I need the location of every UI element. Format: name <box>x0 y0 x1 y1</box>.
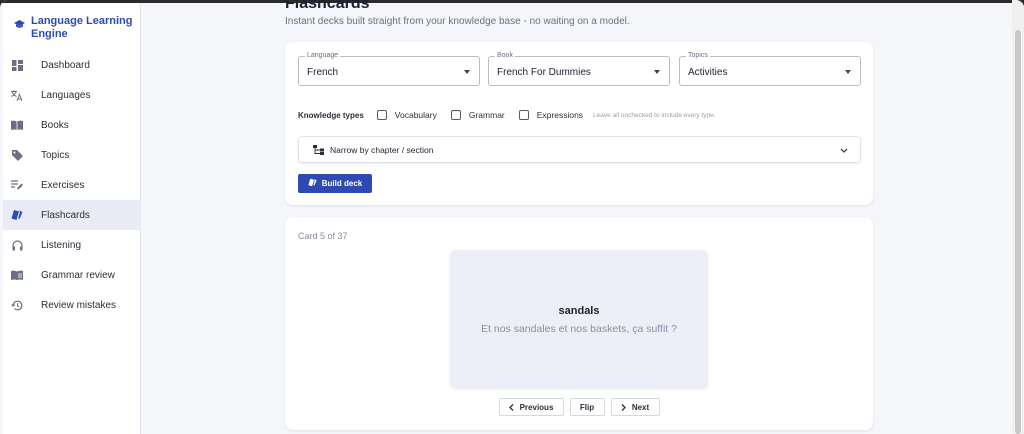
vocabulary-checkbox[interactable] <box>376 110 387 120</box>
sidebar-item-books[interactable]: Books <box>3 110 141 140</box>
chevron-down-icon <box>840 146 848 156</box>
flashcard-back-text: Et nos sandales et nos baskets, ça suffi… <box>481 323 677 335</box>
caret-down-icon <box>845 70 851 74</box>
brand-name: Language Learning Engine <box>31 15 133 40</box>
flashcard[interactable]: sandals Et nos sandales et nos baskets, … <box>450 250 708 389</box>
flashcard-controls: Previous Flip Next <box>285 398 873 416</box>
flashcard-front-text: sandals <box>558 305 600 317</box>
sidebar-item-label: Topics <box>41 149 70 161</box>
sidebar-item-label: Grammar review <box>41 269 115 281</box>
caret-down-icon <box>464 70 470 74</box>
vocabulary-checkbox-label[interactable]: Vocabulary <box>395 110 437 120</box>
grammar-checkbox[interactable] <box>450 110 461 120</box>
sidebar: Language Learning Engine Dashboard Langu… <box>3 3 141 434</box>
previous-label: Previous <box>519 402 554 412</box>
next-label: Next <box>631 402 650 412</box>
edit-list-icon <box>11 179 23 191</box>
sidebar-item-label: Books <box>41 119 69 131</box>
chevron-left-icon <box>508 403 514 411</box>
grammar-checkbox-label[interactable]: Grammar <box>469 110 505 120</box>
sidebar-item-label: Dashboard <box>41 59 90 71</box>
language-select-label: Language <box>305 52 341 59</box>
deck-builder-card: Language French Book French For Dummies … <box>285 42 873 205</box>
flashcard-viewer: Card 5 of 37 sandals Et nos sandales et … <box>285 217 873 430</box>
headphones-icon <box>11 239 23 251</box>
graduation-cap-icon <box>14 20 25 28</box>
language-select-value: French <box>307 67 339 78</box>
page-subtitle: Instant decks built straight from your k… <box>285 16 630 27</box>
topics-select-label: Topics <box>686 52 710 59</box>
cards-icon <box>308 178 317 189</box>
brand[interactable]: Language Learning Engine <box>14 15 139 41</box>
flip-label: Flip <box>579 402 595 412</box>
app-window: Language Learning Engine Dashboard Langu… <box>0 0 1024 434</box>
sidebar-item-exercises[interactable]: Exercises <box>3 170 141 200</box>
knowledge-types-row: Knowledge types Vocabulary Grammar Expre… <box>298 110 716 120</box>
flip-button[interactable]: Flip <box>569 398 605 416</box>
build-deck-label: Build deck <box>321 179 363 188</box>
topics-select[interactable]: Topics Activities <box>679 52 861 86</box>
sidebar-item-label: Listening <box>41 239 82 251</box>
sidebar-item-dashboard[interactable]: Dashboard <box>3 50 141 80</box>
knowledge-types-hint: Leave all unchecked to include every typ… <box>593 111 716 119</box>
topics-select-value: Activities <box>688 67 728 78</box>
book-select-value: French For Dummies <box>497 67 591 78</box>
cards-icon <box>11 209 23 221</box>
translate-icon <box>11 89 23 101</box>
book-select-label: Book <box>495 52 515 59</box>
previous-button[interactable]: Previous <box>498 398 564 416</box>
book-select[interactable]: Book French For Dummies <box>488 52 670 86</box>
language-select[interactable]: Language French <box>298 52 480 86</box>
chevron-right-icon <box>621 403 626 411</box>
page-title: Flashcards <box>285 0 370 12</box>
sidebar-item-review-mistakes[interactable]: Review mistakes <box>3 290 141 320</box>
sidebar-item-grammar-review[interactable]: Grammar review <box>3 260 141 290</box>
tree-icon <box>313 144 324 155</box>
sidebar-item-topics[interactable]: Topics <box>3 140 141 170</box>
narrow-by-chapter-label: Narrow by chapter / section <box>330 144 434 155</box>
scrollbar-thumb[interactable] <box>1015 30 1021 434</box>
knowledge-types-label: Knowledge types <box>298 110 364 120</box>
next-button[interactable]: Next <box>610 398 660 416</box>
sidebar-nav: Dashboard Languages Books Topics Exercis… <box>3 50 141 320</box>
history-icon <box>11 299 23 311</box>
sidebar-item-label: Flashcards <box>41 209 90 221</box>
expressions-checkbox[interactable] <box>518 110 529 120</box>
grammar-book-icon <box>11 269 23 281</box>
scrollbar[interactable] <box>1012 0 1024 434</box>
sidebar-item-languages[interactable]: Languages <box>3 80 141 110</box>
narrow-by-chapter-accordion[interactable]: Narrow by chapter / section <box>298 136 861 163</box>
sidebar-item-flashcards[interactable]: Flashcards <box>3 200 141 230</box>
book-icon <box>11 119 23 131</box>
sidebar-item-label: Languages <box>41 89 91 101</box>
tag-icon <box>11 149 23 161</box>
dashboard-icon <box>11 59 23 71</box>
card-counter: Card 5 of 37 <box>298 231 348 241</box>
sidebar-item-listening[interactable]: Listening <box>3 230 141 260</box>
sidebar-item-label: Review mistakes <box>41 299 117 311</box>
expressions-checkbox-label[interactable]: Expressions <box>537 110 583 120</box>
build-deck-button[interactable]: Build deck <box>298 174 372 193</box>
sidebar-item-label: Exercises <box>41 179 85 191</box>
main-content: Flashcards Instant decks built straight … <box>142 0 1012 434</box>
caret-down-icon <box>654 70 660 74</box>
